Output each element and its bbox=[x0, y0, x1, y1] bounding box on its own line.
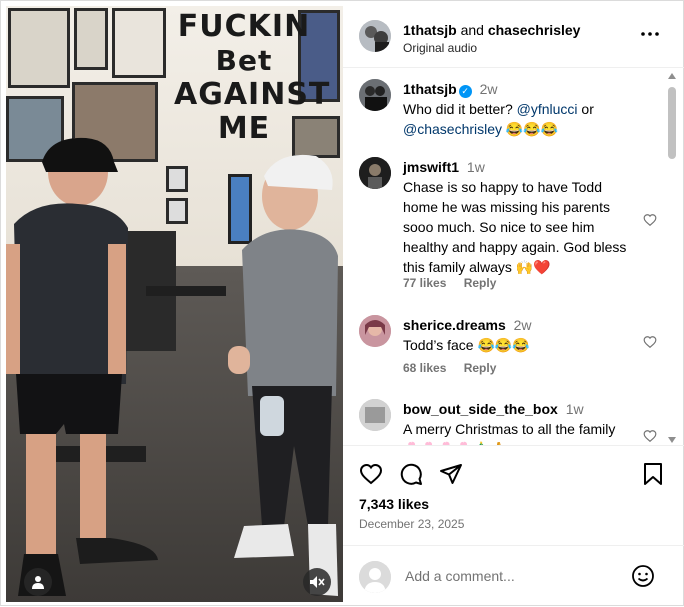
comment-username[interactable]: jmswift1 bbox=[403, 159, 459, 175]
header-user2-link[interactable]: chasechrisley bbox=[488, 22, 581, 38]
comment-body: bow_out_side_the_box 1w A merry Christma… bbox=[403, 399, 635, 445]
header-user1-link[interactable]: 1thatsjb bbox=[403, 22, 457, 38]
collab-avatar[interactable] bbox=[359, 20, 391, 52]
avatar-image bbox=[359, 20, 391, 52]
reply-button[interactable]: Reply bbox=[464, 361, 497, 375]
post-header: 1thatsjb and chasechrisley Original audi… bbox=[343, 2, 684, 68]
audio-link[interactable]: Original audio bbox=[403, 41, 477, 55]
framed-racket bbox=[74, 8, 108, 70]
comment-username[interactable]: bow_out_side_the_box bbox=[403, 401, 558, 417]
comment-text: Chase is so happy to have Todd home he w… bbox=[403, 179, 627, 275]
current-user-avatar bbox=[359, 561, 391, 593]
save-bookmark-icon[interactable] bbox=[641, 462, 665, 486]
comment-avatar[interactable] bbox=[359, 315, 391, 347]
person-left bbox=[6, 137, 158, 596]
caption-body: 1thatsjb ✓ 2w Who did it better? @yfnlucc… bbox=[403, 79, 635, 139]
emoji-smiley-icon[interactable] bbox=[631, 564, 655, 588]
person-right bbox=[228, 154, 338, 596]
collab-names: 1thatsjb and chasechrisley bbox=[403, 22, 580, 38]
comment-heart-icon[interactable] bbox=[643, 213, 657, 227]
comment-text: Todd’s face 😂😂😂 bbox=[403, 337, 530, 353]
person-tag-icon bbox=[32, 576, 44, 589]
reply-button[interactable]: Reply bbox=[464, 276, 497, 290]
share-paper-plane-icon[interactable] bbox=[439, 462, 463, 486]
tag-people-button[interactable] bbox=[24, 568, 52, 596]
comment-heart-icon[interactable] bbox=[643, 429, 657, 443]
comment-time[interactable]: 1w bbox=[467, 159, 485, 175]
comments-scrollbar[interactable] bbox=[667, 73, 677, 443]
more-dots-icon bbox=[641, 32, 659, 36]
default-avatar-icon bbox=[359, 561, 391, 593]
comment-avatar[interactable] bbox=[359, 399, 391, 431]
avatar-image bbox=[359, 157, 391, 189]
framed-jersey bbox=[8, 8, 70, 88]
post-dialog: FUCKIN Bet AGAINST ME 1thatsjb and chase… bbox=[0, 0, 684, 606]
mention-link[interactable]: @yfnlucci bbox=[517, 101, 578, 117]
caption-text: or bbox=[577, 101, 594, 117]
like-heart-icon[interactable] bbox=[359, 462, 383, 486]
speaker-muted-icon bbox=[310, 576, 325, 588]
post-video[interactable]: FUCKIN Bet AGAINST ME bbox=[6, 6, 343, 602]
comment-time[interactable]: 2w bbox=[514, 317, 532, 333]
avatar-image bbox=[359, 399, 391, 431]
framed-jersey-2 bbox=[112, 8, 166, 78]
post-date: December 23, 2025 bbox=[359, 517, 465, 531]
comment-time[interactable]: 1w bbox=[566, 401, 584, 417]
comment-meta: 77 likes Reply bbox=[403, 276, 510, 290]
comment-username[interactable]: sherice.dreams bbox=[403, 317, 506, 333]
caption-text: Who did it better? bbox=[403, 101, 517, 117]
comment-text: A merry Christmas to all the family 🌸🌸🌸🌸… bbox=[403, 421, 616, 445]
header-and-text: and bbox=[460, 22, 484, 38]
comment-likes[interactable]: 68 likes bbox=[403, 361, 446, 375]
caption-emoji: 😂😂😂 bbox=[502, 121, 559, 137]
more-options-button[interactable] bbox=[640, 26, 660, 42]
post-actions: 7,343 likes December 23, 2025 bbox=[343, 445, 684, 545]
caption-username[interactable]: 1thatsjb bbox=[403, 81, 457, 97]
comments-list[interactable]: 1thatsjb ✓ 2w Who did it better? @yfnlucc… bbox=[343, 69, 684, 445]
add-comment-input[interactable]: Add a comment... bbox=[405, 568, 515, 584]
avatar-image bbox=[359, 315, 391, 347]
post-likes-count[interactable]: 7,343 likes bbox=[359, 496, 429, 512]
mention-link[interactable]: @chasechrisley bbox=[403, 121, 502, 137]
comment-bubble-icon[interactable] bbox=[399, 462, 423, 486]
post-sidebar: 1thatsjb and chasechrisley Original audi… bbox=[343, 1, 684, 607]
scroll-thumb[interactable] bbox=[668, 87, 676, 159]
verified-badge-icon: ✓ bbox=[458, 85, 472, 98]
scroll-up-arrow-icon[interactable] bbox=[668, 73, 676, 79]
caption-avatar[interactable] bbox=[359, 79, 391, 111]
comment-body: sherice.dreams 2w Todd’s face 😂😂😂 bbox=[403, 315, 635, 355]
add-comment-bar: Add a comment... bbox=[343, 545, 684, 607]
comment-avatar[interactable] bbox=[359, 157, 391, 189]
comment-likes[interactable]: 77 likes bbox=[403, 276, 446, 290]
comment-heart-icon[interactable] bbox=[643, 335, 657, 349]
avatar-image bbox=[359, 79, 391, 111]
comment-meta: 68 likes Reply bbox=[403, 361, 510, 375]
caption-time[interactable]: 2w bbox=[480, 81, 498, 97]
mute-button[interactable] bbox=[303, 568, 331, 596]
scroll-down-arrow-icon[interactable] bbox=[668, 437, 676, 443]
comment-body: jmswift1 1w Chase is so happy to have To… bbox=[403, 157, 635, 277]
wall-slogan: FUCKIN Bet AGAINST ME bbox=[174, 9, 331, 146]
